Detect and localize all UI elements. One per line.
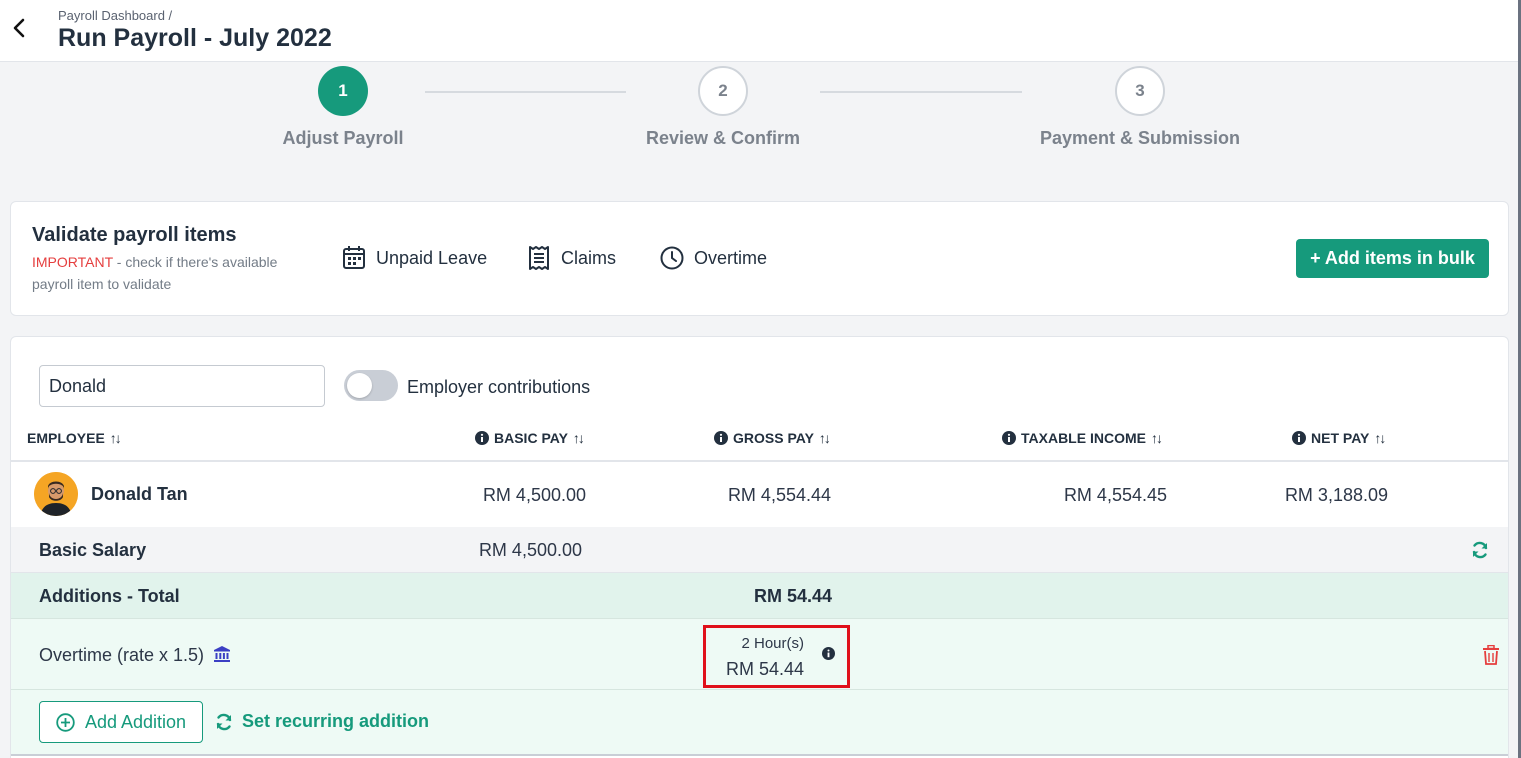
basic-salary-label: Basic Salary <box>39 540 147 560</box>
validate-payroll-card: Validate payroll items IMPORTANT - check… <box>10 201 1509 316</box>
sort-icon[interactable]: ↑↓ <box>1151 430 1163 446</box>
claims-label: Claims <box>561 247 617 268</box>
bank-icon <box>214 646 230 662</box>
employee-name[interactable]: Donald Tan <box>91 484 188 505</box>
column-header-gross-pay[interactable]: GROSS PAY ↑↓ <box>714 430 831 446</box>
employee-basic-pay: RM 4,500.00 <box>482 485 586 505</box>
step-connector <box>425 91 626 93</box>
employee-gross-pay: RM 4,554.44 <box>727 485 831 505</box>
column-header-basic-pay[interactable]: BASIC PAY ↑↓ <box>475 430 585 446</box>
header-divider <box>11 460 1508 462</box>
unpaid-leave-link[interactable]: Unpaid Leave <box>342 245 487 271</box>
add-addition-button[interactable]: Add Addition <box>39 701 203 743</box>
breadcrumb[interactable]: Payroll Dashboard / <box>58 8 172 23</box>
unpaid-leave-label: Unpaid Leave <box>376 247 488 268</box>
employee-taxable-income: RM 4,554.45 <box>1063 485 1167 505</box>
employer-contributions-toggle[interactable] <box>344 370 398 401</box>
set-recurring-addition-link[interactable]: Set recurring addition <box>214 711 429 732</box>
employee-net-pay: RM 3,188.09 <box>1284 485 1388 505</box>
column-label: TAXABLE INCOME <box>1021 430 1146 446</box>
overtime-addition-row: Overtime (rate x 1.5) 2 Hour(s) RM 54.44 <box>11 619 1508 690</box>
validate-title: Validate payroll items <box>32 224 237 246</box>
info-icon[interactable] <box>822 647 835 660</box>
sort-icon[interactable]: ↑↓ <box>110 430 122 446</box>
add-items-bulk-button[interactable]: + Add items in bulk <box>1296 239 1489 278</box>
column-label: NET PAY <box>1311 430 1370 446</box>
clock-icon <box>660 246 684 270</box>
refresh-icon[interactable] <box>1470 540 1490 560</box>
additions-total-label: Additions - Total <box>39 586 180 606</box>
employee-search-input[interactable] <box>39 365 325 407</box>
validate-description: IMPORTANT - check if there's available p… <box>32 251 322 295</box>
step-connector <box>820 91 1022 93</box>
info-icon[interactable] <box>714 431 728 445</box>
basic-salary-amount: RM 4,500.00 <box>478 540 582 560</box>
payroll-stepper: 1 Adjust Payroll 2 Review & Confirm 3 Pa… <box>0 62 1518 182</box>
overtime-amount: RM 54.44 <box>725 659 804 679</box>
refresh-icon <box>216 713 232 730</box>
trash-icon[interactable] <box>1482 645 1500 665</box>
sort-icon[interactable]: ↑↓ <box>1374 430 1386 446</box>
step-1-label: Adjust Payroll <box>282 128 404 148</box>
basic-salary-row: Basic Salary RM 4,500.00 <box>11 527 1508 573</box>
overtime-value-highlight: 2 Hour(s) RM 54.44 <box>703 625 850 688</box>
payroll-table-card: Employer contributions EMPLOYEE ↑↓ BASIC… <box>10 336 1509 758</box>
additions-total-amount: RM 54.44 <box>753 586 832 606</box>
step-2-circle[interactable]: 2 <box>698 66 748 116</box>
receipt-icon <box>529 246 549 270</box>
column-header-net-pay[interactable]: NET PAY ↑↓ <box>1292 430 1386 446</box>
additions-total-row: Additions - Total RM 54.44 <box>11 573 1508 619</box>
addition-actions-row: Add Addition Set recurring addition <box>11 690 1508 756</box>
toggle-knob <box>347 373 372 398</box>
step-3-circle[interactable]: 3 <box>1115 66 1165 116</box>
column-label: GROSS PAY <box>733 430 814 446</box>
overtime-link[interactable]: Overtime <box>660 245 767 271</box>
back-icon[interactable] <box>8 14 32 42</box>
page-title: Run Payroll - July 2022 <box>58 24 332 52</box>
column-label: BASIC PAY <box>494 430 568 446</box>
step-3-label: Payment & Submission <box>1039 128 1241 148</box>
plus-circle-icon <box>56 712 75 732</box>
page-header: Payroll Dashboard / Run Payroll - July 2… <box>0 0 1521 62</box>
column-header-taxable-income[interactable]: TAXABLE INCOME ↑↓ <box>1002 430 1163 446</box>
overtime-hours: 2 Hour(s) <box>741 635 804 652</box>
add-addition-label: Add Addition <box>84 711 187 732</box>
info-icon[interactable] <box>1292 431 1306 445</box>
column-header-employee[interactable]: EMPLOYEE ↑↓ <box>27 430 122 446</box>
employer-contributions-label: Employer contributions <box>407 377 591 397</box>
calendar-icon <box>343 246 365 269</box>
info-icon[interactable] <box>1002 431 1016 445</box>
claims-link[interactable]: Claims <box>527 245 616 271</box>
sort-icon[interactable]: ↑↓ <box>819 430 831 446</box>
sort-icon[interactable]: ↑↓ <box>573 430 585 446</box>
overtime-label: Overtime (rate x 1.5) <box>39 645 205 665</box>
overtime-label: Overtime <box>694 247 768 268</box>
column-label: EMPLOYEE <box>27 430 105 446</box>
avatar <box>34 472 78 516</box>
set-recurring-label: Set recurring addition <box>242 711 430 731</box>
info-icon[interactable] <box>475 431 489 445</box>
step-1-circle[interactable]: 1 <box>318 66 368 116</box>
step-2-label: Review & Confirm <box>645 128 801 148</box>
important-label: IMPORTANT <box>32 254 113 270</box>
